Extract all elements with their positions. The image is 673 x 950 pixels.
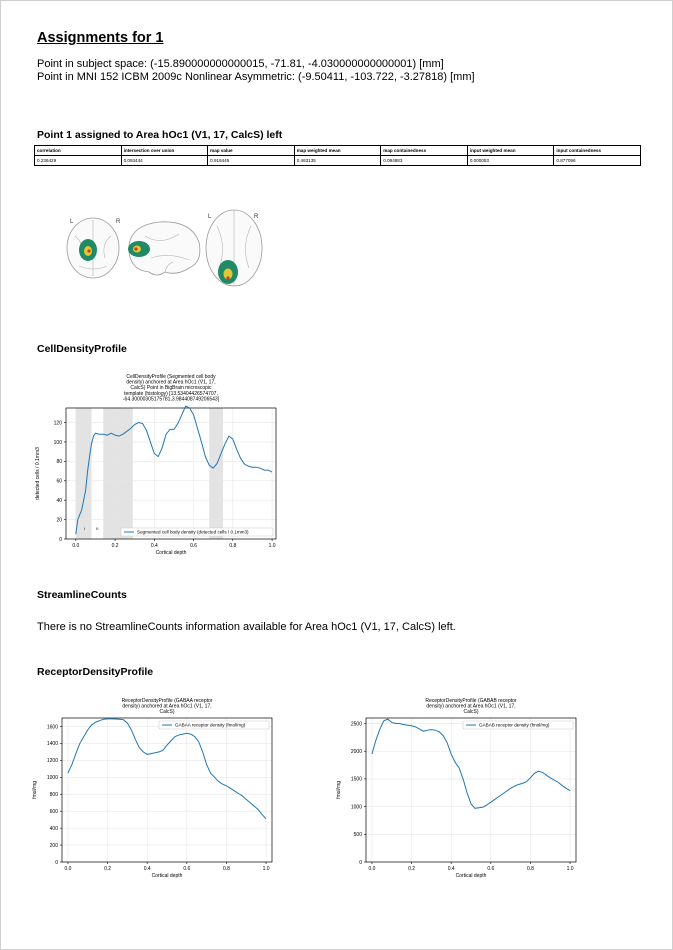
y-axis-label: fmol/mg: [32, 781, 38, 799]
column-header: correlation: [34, 145, 122, 156]
brain-label-l: L: [70, 219, 74, 225]
report-title: Assignments for 1: [37, 30, 164, 46]
y-tick-label: 1000: [351, 804, 362, 810]
chart-title-line: -64.30000305175781,3.984408749206543]: [123, 396, 220, 402]
x-tick-label: 0.8: [223, 866, 230, 872]
x-axis-label: Cortical depth: [456, 873, 487, 879]
y-tick-label: 100: [54, 440, 63, 446]
table-cell: 0.916445: [207, 155, 295, 166]
x-tick-label: 0.8: [527, 866, 534, 872]
report-page: Assignments for 1 Point in subject space…: [0, 0, 673, 950]
section-streamline: StreamlineCounts: [37, 589, 127, 601]
y-tick-label: 600: [50, 809, 59, 815]
y-tick-label: 800: [50, 792, 59, 798]
series-line: [67, 718, 267, 820]
mni-space-point: Point in MNI 152 ICBM 2009c Nonlinear As…: [37, 71, 475, 83]
table-cell: 0.236429: [34, 155, 122, 166]
x-tick-label: 0.0: [64, 866, 71, 872]
table-cell: 0.094883: [380, 155, 468, 166]
gabaa-receptor-chart: ReceptorDensityProfile (GABAA receptorde…: [32, 698, 273, 879]
plot-frame: [61, 717, 273, 863]
table-cell: 0.463135: [293, 155, 382, 166]
column-header: map value: [207, 145, 295, 156]
y-tick-label: 1600: [47, 724, 58, 730]
column-header: map weighted mean: [293, 145, 382, 156]
point-marker: [226, 276, 230, 280]
table-row: 0.236429 0.093444 0.916445 0.463135 0.094883…: [34, 155, 641, 166]
legend-label: GABAB receptor density (fmol/mg): [479, 723, 550, 728]
subject-space-point: Point in subject space: (-15.89000000000…: [37, 58, 444, 70]
x-tick-label: 0.4: [448, 866, 455, 872]
x-tick-label: 0.2: [112, 543, 119, 549]
point-marker: [134, 247, 138, 251]
column-header: intersection over union: [120, 145, 209, 156]
column-header: input containedness: [553, 145, 641, 156]
table-cell: 0.000053: [466, 155, 555, 166]
cell-density-chart: CellDensityProfile (Segmented cell bodyd…: [35, 374, 277, 556]
x-tick-label: 0.0: [368, 866, 375, 872]
y-tick-label: 20: [56, 517, 62, 523]
table-body: 0.236429 0.093444 0.916445 0.463135 0.094883…: [34, 155, 641, 166]
y-axis-label: detected cells / 0.1mm3: [35, 447, 41, 500]
x-axis-label: Cortical depth: [156, 550, 187, 556]
x-tick-label: 0.8: [229, 543, 236, 549]
series-line: [371, 718, 571, 809]
brain-label-r: R: [254, 214, 259, 220]
section-receptor: ReceptorDensityProfile: [37, 666, 154, 678]
y-tick-label: 400: [50, 826, 59, 832]
column-header: input weighted mean: [466, 145, 555, 156]
y-tick-label: 1500: [351, 777, 362, 783]
plot-frame: [365, 717, 577, 863]
x-tick-label: 1.0: [269, 543, 276, 549]
y-tick-label: 0: [359, 860, 362, 866]
point-marker: [87, 249, 91, 253]
assignment-heading: Point 1 assigned to Area hOc1 (V1, 17, C…: [37, 129, 283, 141]
chart-title-line: CalcS): [159, 709, 174, 715]
y-tick-label: 0: [55, 860, 58, 866]
x-axis-label: Cortical depth: [152, 873, 183, 879]
y-tick-label: 2000: [351, 749, 362, 755]
x-tick-label: 0.6: [487, 866, 494, 872]
x-tick-label: 0.6: [183, 866, 190, 872]
column-header: map containedness: [380, 145, 468, 156]
y-tick-label: 500: [354, 832, 363, 838]
y-tick-label: 60: [56, 479, 62, 485]
x-tick-label: 0.2: [104, 866, 111, 872]
x-tick-label: 0.4: [151, 543, 158, 549]
brain-sagittal-view: [128, 221, 201, 276]
x-tick-label: 0.4: [144, 866, 151, 872]
y-tick-label: 120: [54, 420, 63, 426]
brain-label-l: L: [208, 214, 212, 220]
y-tick-label: 200: [50, 843, 59, 849]
y-axis-label: fmol/mg: [336, 781, 342, 799]
chart-title-line: CalcS): [463, 709, 478, 715]
x-tick-label: 1.0: [567, 866, 574, 872]
y-tick-label: 1200: [47, 758, 58, 764]
y-tick-label: 2500: [351, 721, 362, 727]
brain-label-r: R: [116, 219, 121, 225]
x-tick-label: 1.0: [263, 866, 270, 872]
brain-axial-view: L R: [205, 209, 263, 287]
legend-label: GABAA receptor density (fmol/mg): [175, 723, 246, 728]
glass-brain-figure: L R L R: [66, 209, 263, 287]
assignment-table: correlation intersection over union map va…: [34, 145, 641, 166]
streamline-message: There is no StreamlineCounts information…: [37, 621, 456, 633]
x-tick-label: 0.2: [408, 866, 415, 872]
layer-label: II: [96, 526, 98, 531]
y-tick-label: 0: [59, 537, 62, 543]
legend-label: Segmented cell body density (detected ce…: [137, 530, 249, 535]
layer-label: I: [84, 526, 85, 531]
gabab-receptor-chart: ReceptorDensityProfile (GABAB receptorde…: [336, 698, 577, 879]
table-cell: 0.877096: [553, 155, 641, 166]
brain-coronal-view: L R: [66, 217, 121, 279]
table-header-row: correlation intersection over union map va…: [34, 145, 641, 156]
y-tick-label: 1400: [47, 741, 58, 747]
table-cell: 0.093444: [120, 155, 209, 166]
y-tick-label: 40: [56, 498, 62, 504]
x-tick-label: 0.6: [190, 543, 197, 549]
x-tick-label: 0.0: [72, 543, 79, 549]
y-tick-label: 80: [56, 459, 62, 465]
section-cell-density: CellDensityProfile: [37, 343, 127, 355]
y-tick-label: 1000: [47, 775, 58, 781]
